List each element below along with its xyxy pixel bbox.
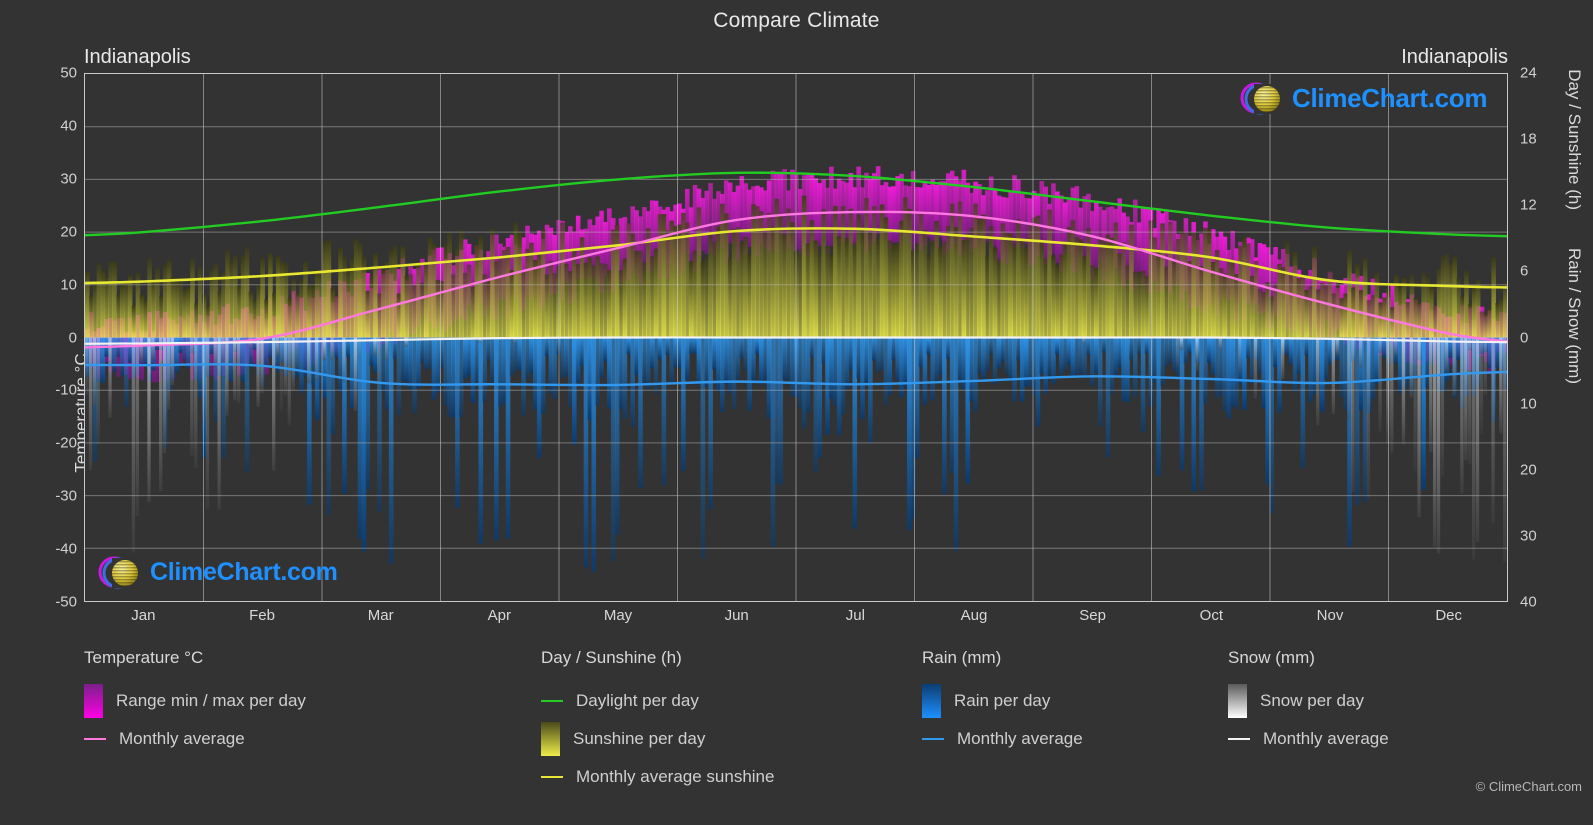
page-title: Compare Climate xyxy=(713,9,880,32)
y-tick-temp-50: 50 xyxy=(60,64,77,82)
legend-swatch-box-icon xyxy=(541,722,560,756)
x-tick-nov: Nov xyxy=(1316,607,1344,624)
y-tick-hours-24: 24 xyxy=(1520,64,1537,82)
legend-swatch-line-icon xyxy=(922,738,944,740)
legend-item-label: Monthly average xyxy=(119,729,245,748)
legend-item-label: Range min / max per day xyxy=(116,691,306,710)
climate-chart-page: Compare Climate Indianapolis Indianapoli… xyxy=(0,0,1593,825)
legend-item-label: Monthly average xyxy=(957,729,1083,748)
legend-group-snow-mm: Snow (mm) Snow per day Monthly average xyxy=(1228,648,1389,758)
y-tick-precip-20: 20 xyxy=(1520,461,1537,479)
axis-label-rain-snow: Rain / Snow (mm) xyxy=(1565,247,1584,384)
legend-item[interactable]: Monthly average xyxy=(84,720,306,758)
y-tick-hours-18: 18 xyxy=(1520,130,1537,148)
x-tick-jan: Jan xyxy=(131,607,156,624)
x-tick-apr: Apr xyxy=(487,607,511,624)
legend-item[interactable]: Rain per day xyxy=(922,682,1083,720)
x-tick-sep: Sep xyxy=(1079,607,1107,624)
y-tick-hours-0: 0 xyxy=(1520,329,1529,346)
legend-group-rain-mm: Rain (mm) Rain per day Monthly average xyxy=(922,648,1083,758)
y-tick-temp-10: 10 xyxy=(60,276,77,294)
legend-group-title: Temperature °C xyxy=(84,648,204,667)
climechart-logo-icon-2 xyxy=(94,552,146,592)
y-tick-hours-12: 12 xyxy=(1520,196,1537,214)
y-tick-temp--30: -30 xyxy=(55,487,77,505)
axis-label-day-sunshine: Day / Sunshine (h) xyxy=(1565,69,1584,210)
y-tick-temp-30: 30 xyxy=(60,170,77,188)
legend-swatch-line-icon xyxy=(84,738,106,740)
y-tick-temp-40: 40 xyxy=(60,117,77,135)
legend-item[interactable]: Sunshine per day xyxy=(541,720,774,758)
legend-item[interactable]: Monthly average xyxy=(922,720,1083,758)
x-tick-mar: Mar xyxy=(367,607,394,624)
y-tick-temp--20: -20 xyxy=(55,434,77,452)
x-tick-aug: Aug xyxy=(960,607,988,624)
x-tick-feb: Feb xyxy=(249,607,275,624)
y-tick-hours-6: 6 xyxy=(1520,262,1529,280)
x-tick-jun: Jun xyxy=(724,607,749,624)
legend-item[interactable]: Monthly average sunshine xyxy=(541,758,774,796)
legend-item[interactable]: Range min / max per day xyxy=(84,682,306,720)
y-tick-temp--50: -50 xyxy=(55,593,77,611)
plot-area[interactable] xyxy=(84,73,1508,602)
legend-group-temperature-c: Temperature °C Range min / max per day Mon… xyxy=(84,648,306,758)
legend-group-title: Snow (mm) xyxy=(1228,648,1315,667)
legend-item[interactable]: Monthly average xyxy=(1228,720,1389,758)
copyright-text: © ClimeChart.com xyxy=(1475,779,1582,794)
watermark-text-bottom: ClimeChart.com xyxy=(150,557,338,586)
x-tick-dec: Dec xyxy=(1435,607,1462,624)
legend-swatch-line-icon xyxy=(1228,738,1250,740)
legend-item-label: Monthly average sunshine xyxy=(576,767,775,786)
legend-item-label: Sunshine per day xyxy=(573,729,706,748)
legend-item-label: Daylight per day xyxy=(576,691,699,710)
city-label-right: Indianapolis xyxy=(1401,46,1508,68)
legend-item-label: Snow per day xyxy=(1260,691,1364,710)
watermark-logo-top: ClimeChart.com xyxy=(1236,78,1487,118)
chart-legend: © ClimeChart.com Temperature °C Range min… xyxy=(0,648,1593,808)
legend-swatch-box-icon xyxy=(922,684,941,718)
watermark-text-top: ClimeChart.com xyxy=(1292,82,1488,113)
legend-item-label: Rain per day xyxy=(954,691,1051,710)
legend-group-title: Day / Sunshine (h) xyxy=(541,648,682,667)
y-tick-precip-30: 30 xyxy=(1520,527,1537,545)
legend-swatch-box-icon xyxy=(1228,684,1247,718)
legend-group-day-sunshine-h: Day / Sunshine (h) Daylight per day Sunshi… xyxy=(541,648,774,796)
legend-swatch-box-icon xyxy=(84,684,103,718)
legend-item[interactable]: Daylight per day xyxy=(541,682,774,720)
x-tick-oct: Oct xyxy=(1199,607,1223,624)
y-tick-temp--40: -40 xyxy=(55,540,77,558)
y-tick-precip-40: 40 xyxy=(1520,593,1537,611)
y-tick-temp-0: 0 xyxy=(68,329,77,346)
city-label-left: Indianapolis xyxy=(84,46,191,68)
y-tick-temp--10: -10 xyxy=(55,381,77,399)
x-tick-may: May xyxy=(603,607,633,624)
legend-swatch-line-icon xyxy=(541,776,563,778)
legend-group-title: Rain (mm) xyxy=(922,648,1002,667)
watermark-logo-bottom: ClimeChart.com xyxy=(94,552,338,592)
legend-item[interactable]: Snow per day xyxy=(1228,682,1389,720)
climechart-logo-icon xyxy=(1236,78,1288,118)
legend-item-label: Monthly average xyxy=(1263,729,1389,748)
x-tick-jul: Jul xyxy=(845,607,865,624)
legend-swatch-line-icon xyxy=(541,700,563,702)
y-tick-temp-20: 20 xyxy=(60,223,77,241)
chart-canvas xyxy=(85,74,1507,601)
y-tick-precip-10: 10 xyxy=(1520,395,1537,413)
